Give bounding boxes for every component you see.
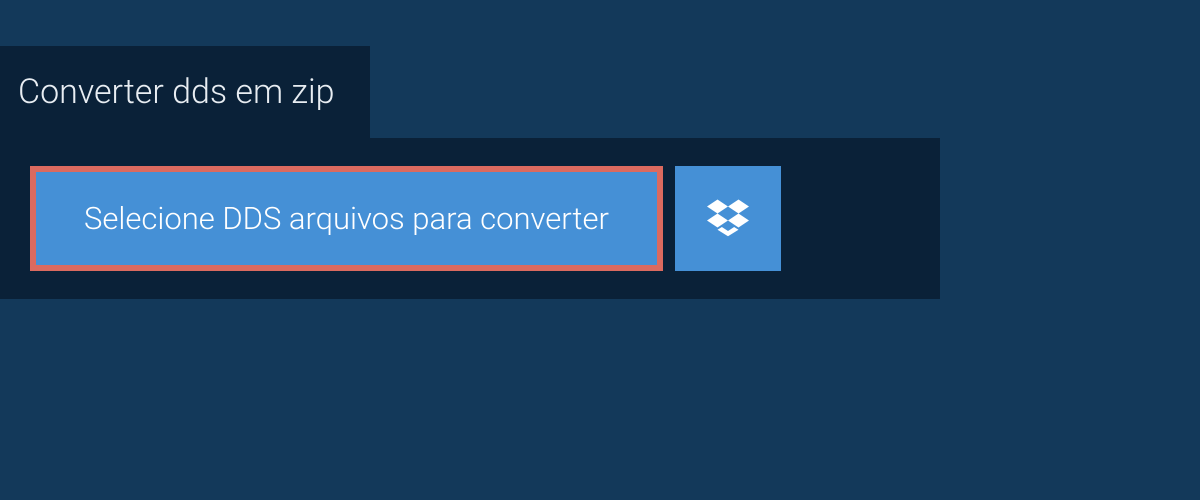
dropbox-icon	[707, 196, 749, 242]
converter-panel: Selecione DDS arquivos para converter	[0, 138, 940, 299]
select-files-button[interactable]: Selecione DDS arquivos para converter	[30, 166, 663, 271]
page-title: Converter dds em zip	[18, 72, 334, 112]
page-title-tab: Converter dds em zip	[0, 46, 370, 138]
button-row: Selecione DDS arquivos para converter	[30, 166, 910, 271]
select-files-label: Selecione DDS arquivos para converter	[84, 200, 609, 237]
dropbox-button[interactable]	[675, 166, 781, 271]
